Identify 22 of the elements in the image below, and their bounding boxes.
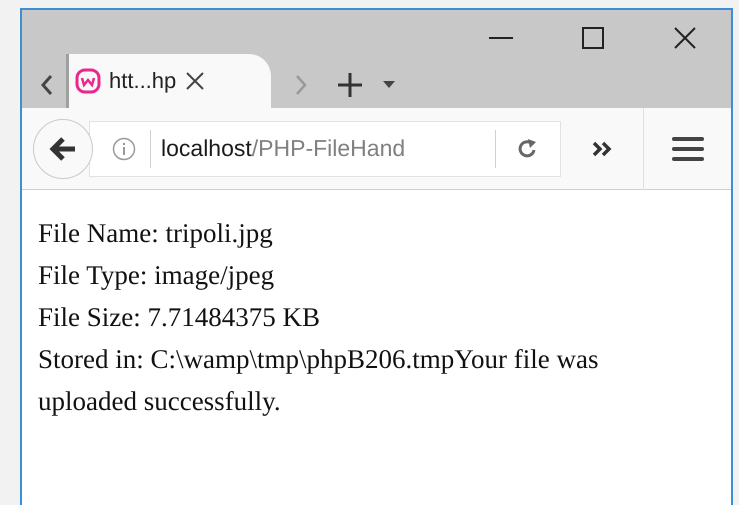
logo-icon xyxy=(75,68,101,94)
reload-icon[interactable] xyxy=(517,138,539,160)
arrow-left-icon xyxy=(49,136,77,162)
close-icon[interactable] xyxy=(674,27,696,49)
info-icon[interactable] xyxy=(112,136,136,160)
plus-icon[interactable] xyxy=(337,72,363,98)
page-text: File Name: tripoli.jpg xyxy=(38,217,274,250)
double-chevron-icon[interactable] xyxy=(592,140,612,156)
page-text: File Type: image/jpeg xyxy=(38,259,276,292)
page-text: File Size: 7.71484375 KB xyxy=(38,301,321,334)
dropdown-caret-icon[interactable] xyxy=(383,81,395,89)
page-text: Stored in: C:\wamp\tmp\phpB206.tmpYour file was uploaded successfully. xyxy=(38,343,600,418)
browser-tab[interactable]: htt...hp xyxy=(66,54,271,108)
menu-icon[interactable] xyxy=(672,136,704,162)
minimize-icon[interactable] xyxy=(489,36,513,40)
tab-title: htt...hp xyxy=(109,68,176,94)
url-text: localhost/PHP-FileHand xyxy=(160,135,406,162)
close-icon[interactable] xyxy=(184,70,206,92)
chevron-left-icon[interactable] xyxy=(41,74,53,96)
maximize-icon[interactable] xyxy=(582,27,604,49)
address-bar[interactable]: localhost/PHP-FileHand xyxy=(89,120,561,176)
back-button[interactable] xyxy=(33,118,93,178)
